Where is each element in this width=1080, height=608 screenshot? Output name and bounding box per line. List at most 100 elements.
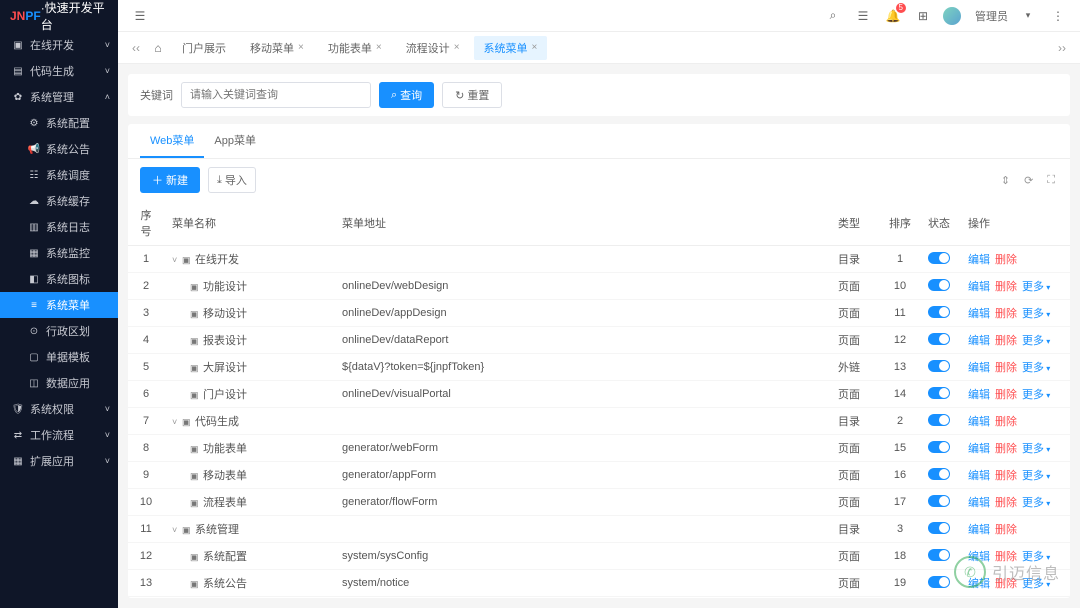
sidebar-item[interactable]: ≡系统菜单: [0, 292, 118, 318]
delete-link[interactable]: 删除: [995, 551, 1017, 563]
close-icon[interactable]: ×: [298, 42, 304, 53]
tab-home-icon[interactable]: ⌂: [146, 41, 170, 55]
query-button[interactable]: ⌕查询: [379, 82, 434, 108]
sidebar-item[interactable]: ▦系统监控: [0, 240, 118, 266]
edit-link[interactable]: 编辑: [968, 416, 990, 428]
sidebar-item[interactable]: ⊙行政区划: [0, 318, 118, 344]
delete-link[interactable]: 删除: [995, 308, 1017, 320]
fullscreen-icon[interactable]: ⛶: [1044, 174, 1058, 187]
tabs-prev-icon[interactable]: ‹‹: [126, 41, 146, 55]
delete-link[interactable]: 删除: [995, 416, 1017, 428]
edit-link[interactable]: 编辑: [968, 578, 990, 590]
delete-link[interactable]: 删除: [995, 254, 1017, 266]
bell-icon[interactable]: 🔔5: [883, 6, 903, 26]
delete-link[interactable]: 删除: [995, 497, 1017, 509]
sidebar-item[interactable]: ▢单据模板: [0, 344, 118, 370]
sidebar-item[interactable]: ☷系统调度: [0, 162, 118, 188]
sidebar-item[interactable]: 🛡系统权限˅: [0, 396, 118, 422]
page-tab[interactable]: 门户展示: [172, 36, 236, 60]
edit-link[interactable]: 编辑: [968, 497, 990, 509]
delete-link[interactable]: 删除: [995, 524, 1017, 536]
import-button[interactable]: ⤓ 导入: [208, 167, 256, 193]
delete-link[interactable]: 删除: [995, 362, 1017, 374]
new-button[interactable]: ＋新建: [140, 167, 200, 193]
delete-link[interactable]: 删除: [995, 443, 1017, 455]
edit-link[interactable]: 编辑: [968, 551, 990, 563]
edit-link[interactable]: 编辑: [968, 443, 990, 455]
more-link[interactable]: 更多: [1022, 551, 1050, 563]
user-name[interactable]: 管理员: [975, 8, 1008, 24]
sidebar-item[interactable]: 📢系统公告: [0, 136, 118, 162]
avatar[interactable]: [943, 7, 961, 25]
refresh-icon[interactable]: ⟳: [1021, 174, 1036, 187]
more-link[interactable]: 更多: [1022, 443, 1050, 455]
status-toggle[interactable]: [928, 306, 950, 318]
collapse-icon[interactable]: ⇕: [998, 174, 1013, 187]
edit-link[interactable]: 编辑: [968, 308, 990, 320]
search-input[interactable]: [181, 82, 371, 108]
edit-link[interactable]: 编辑: [968, 281, 990, 293]
edit-link[interactable]: 编辑: [968, 389, 990, 401]
chevron-down-icon[interactable]: ˅: [172, 525, 182, 535]
edit-link[interactable]: 编辑: [968, 470, 990, 482]
delete-link[interactable]: 删除: [995, 470, 1017, 482]
status-toggle[interactable]: [928, 360, 950, 372]
sidebar-item[interactable]: ⇄工作流程˅: [0, 422, 118, 448]
status-toggle[interactable]: [928, 441, 950, 453]
status-toggle[interactable]: [928, 279, 950, 291]
close-icon[interactable]: ×: [454, 42, 460, 53]
menu-collapse-icon[interactable]: ☰: [130, 6, 150, 26]
chevron-down-icon[interactable]: ˅: [172, 255, 182, 265]
sidebar-item[interactable]: ✿系统管理˄: [0, 84, 118, 110]
sidebar-item[interactable]: ▥系统日志: [0, 214, 118, 240]
close-icon[interactable]: ×: [376, 42, 382, 53]
status-toggle[interactable]: [928, 387, 950, 399]
apps-icon[interactable]: ⊞: [913, 6, 933, 26]
sidebar-item[interactable]: ▣在线开发˅: [0, 32, 118, 58]
more-link[interactable]: 更多: [1022, 308, 1050, 320]
more-link[interactable]: 更多: [1022, 362, 1050, 374]
sidebar-item[interactable]: ☁系统缓存: [0, 188, 118, 214]
search-icon[interactable]: ⌕: [823, 6, 843, 26]
more-link[interactable]: 更多: [1022, 281, 1050, 293]
status-toggle[interactable]: [928, 495, 950, 507]
edit-link[interactable]: 编辑: [968, 335, 990, 347]
status-toggle[interactable]: [928, 252, 950, 264]
sub-tab-web[interactable]: Web菜单: [140, 124, 204, 158]
status-toggle[interactable]: [928, 549, 950, 561]
delete-link[interactable]: 删除: [995, 281, 1017, 293]
delete-link[interactable]: 删除: [995, 335, 1017, 347]
status-toggle[interactable]: [928, 333, 950, 345]
edit-link[interactable]: 编辑: [968, 254, 990, 266]
more-link[interactable]: 更多: [1022, 335, 1050, 347]
sub-tab-app[interactable]: App菜单: [204, 124, 266, 158]
tabs-next-icon[interactable]: ››: [1052, 41, 1072, 55]
sidebar-item[interactable]: ⚙系统配置: [0, 110, 118, 136]
sidebar-item[interactable]: ◧系统图标: [0, 266, 118, 292]
sidebar-item[interactable]: ▤代码生成˅: [0, 58, 118, 84]
chevron-down-icon[interactable]: ▾: [1018, 6, 1038, 26]
more-link[interactable]: 更多: [1022, 497, 1050, 509]
sidebar-item[interactable]: ◫数据应用: [0, 370, 118, 396]
page-tab[interactable]: 系统菜单×: [474, 36, 548, 60]
inbox-icon[interactable]: ☰: [853, 6, 873, 26]
status-toggle[interactable]: [928, 576, 950, 588]
more-link[interactable]: 更多: [1022, 578, 1050, 590]
delete-link[interactable]: 删除: [995, 389, 1017, 401]
edit-link[interactable]: 编辑: [968, 524, 990, 536]
sidebar-item[interactable]: ▦扩展应用˅: [0, 448, 118, 474]
delete-link[interactable]: 删除: [995, 578, 1017, 590]
status-toggle[interactable]: [928, 468, 950, 480]
more-icon[interactable]: ⋮: [1048, 6, 1068, 26]
chevron-down-icon[interactable]: ˅: [172, 417, 182, 427]
more-link[interactable]: 更多: [1022, 470, 1050, 482]
page-tab[interactable]: 流程设计×: [396, 36, 470, 60]
reset-button[interactable]: ↻重置: [442, 82, 502, 108]
page-tab[interactable]: 功能表单×: [318, 36, 392, 60]
edit-link[interactable]: 编辑: [968, 362, 990, 374]
close-icon[interactable]: ×: [532, 42, 538, 53]
status-toggle[interactable]: [928, 522, 950, 534]
more-link[interactable]: 更多: [1022, 389, 1050, 401]
page-tab[interactable]: 移动菜单×: [240, 36, 314, 60]
status-toggle[interactable]: [928, 414, 950, 426]
